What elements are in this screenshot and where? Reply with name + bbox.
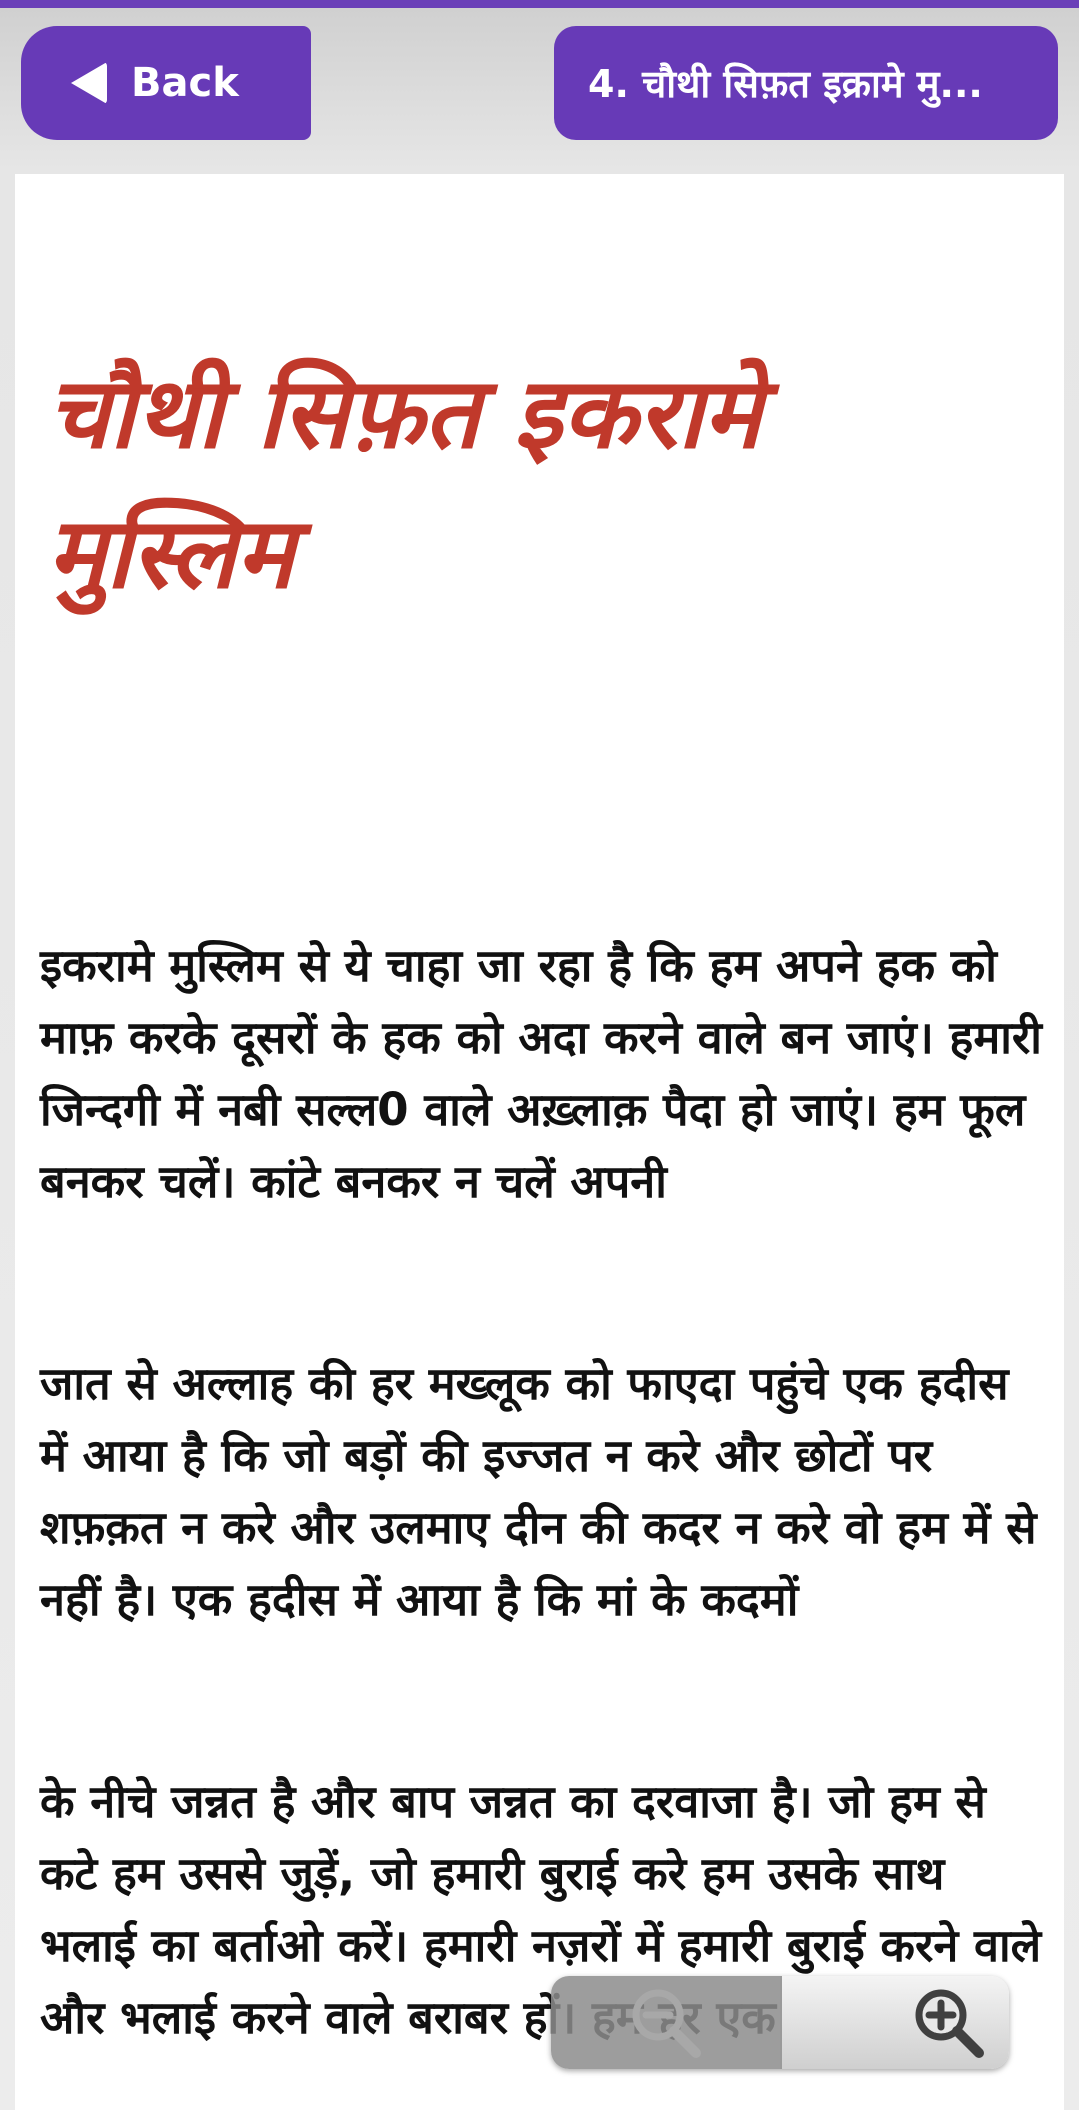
back-button[interactable]: Back (21, 26, 311, 140)
zoom-controls (551, 1976, 1009, 2069)
chapter-title-button[interactable]: 4. चौथी सिफ़त इक्रामे मु... (554, 26, 1058, 140)
zoom-in-button[interactable] (780, 1976, 1009, 2069)
zoom-in-icon (915, 1989, 984, 2058)
zoom-out-button[interactable] (551, 1976, 780, 2069)
back-button-label: Back (131, 60, 239, 106)
article-content[interactable]: चौथी सिफ़त इकरामे मुस्लिम इकरामे मुस्लिम… (15, 174, 1064, 2110)
chapter-title-label: 4. चौथी सिफ़त इक्रामे मु... (588, 62, 983, 106)
article-paragraph: इकरामे मुस्लिम से ये चाहा जा रहा है कि ह… (40, 939, 1042, 1208)
article-heading: चौथी सिफ़त इकरामे मुस्लिम (47, 357, 762, 611)
zoom-out-icon (632, 1989, 701, 2058)
back-arrow-icon (71, 62, 107, 104)
article-paragraph: जात से अल्लाह की हर मख्लूक को फाएदा पहुं… (40, 1357, 1037, 1626)
status-accent-strip (0, 0, 1079, 8)
